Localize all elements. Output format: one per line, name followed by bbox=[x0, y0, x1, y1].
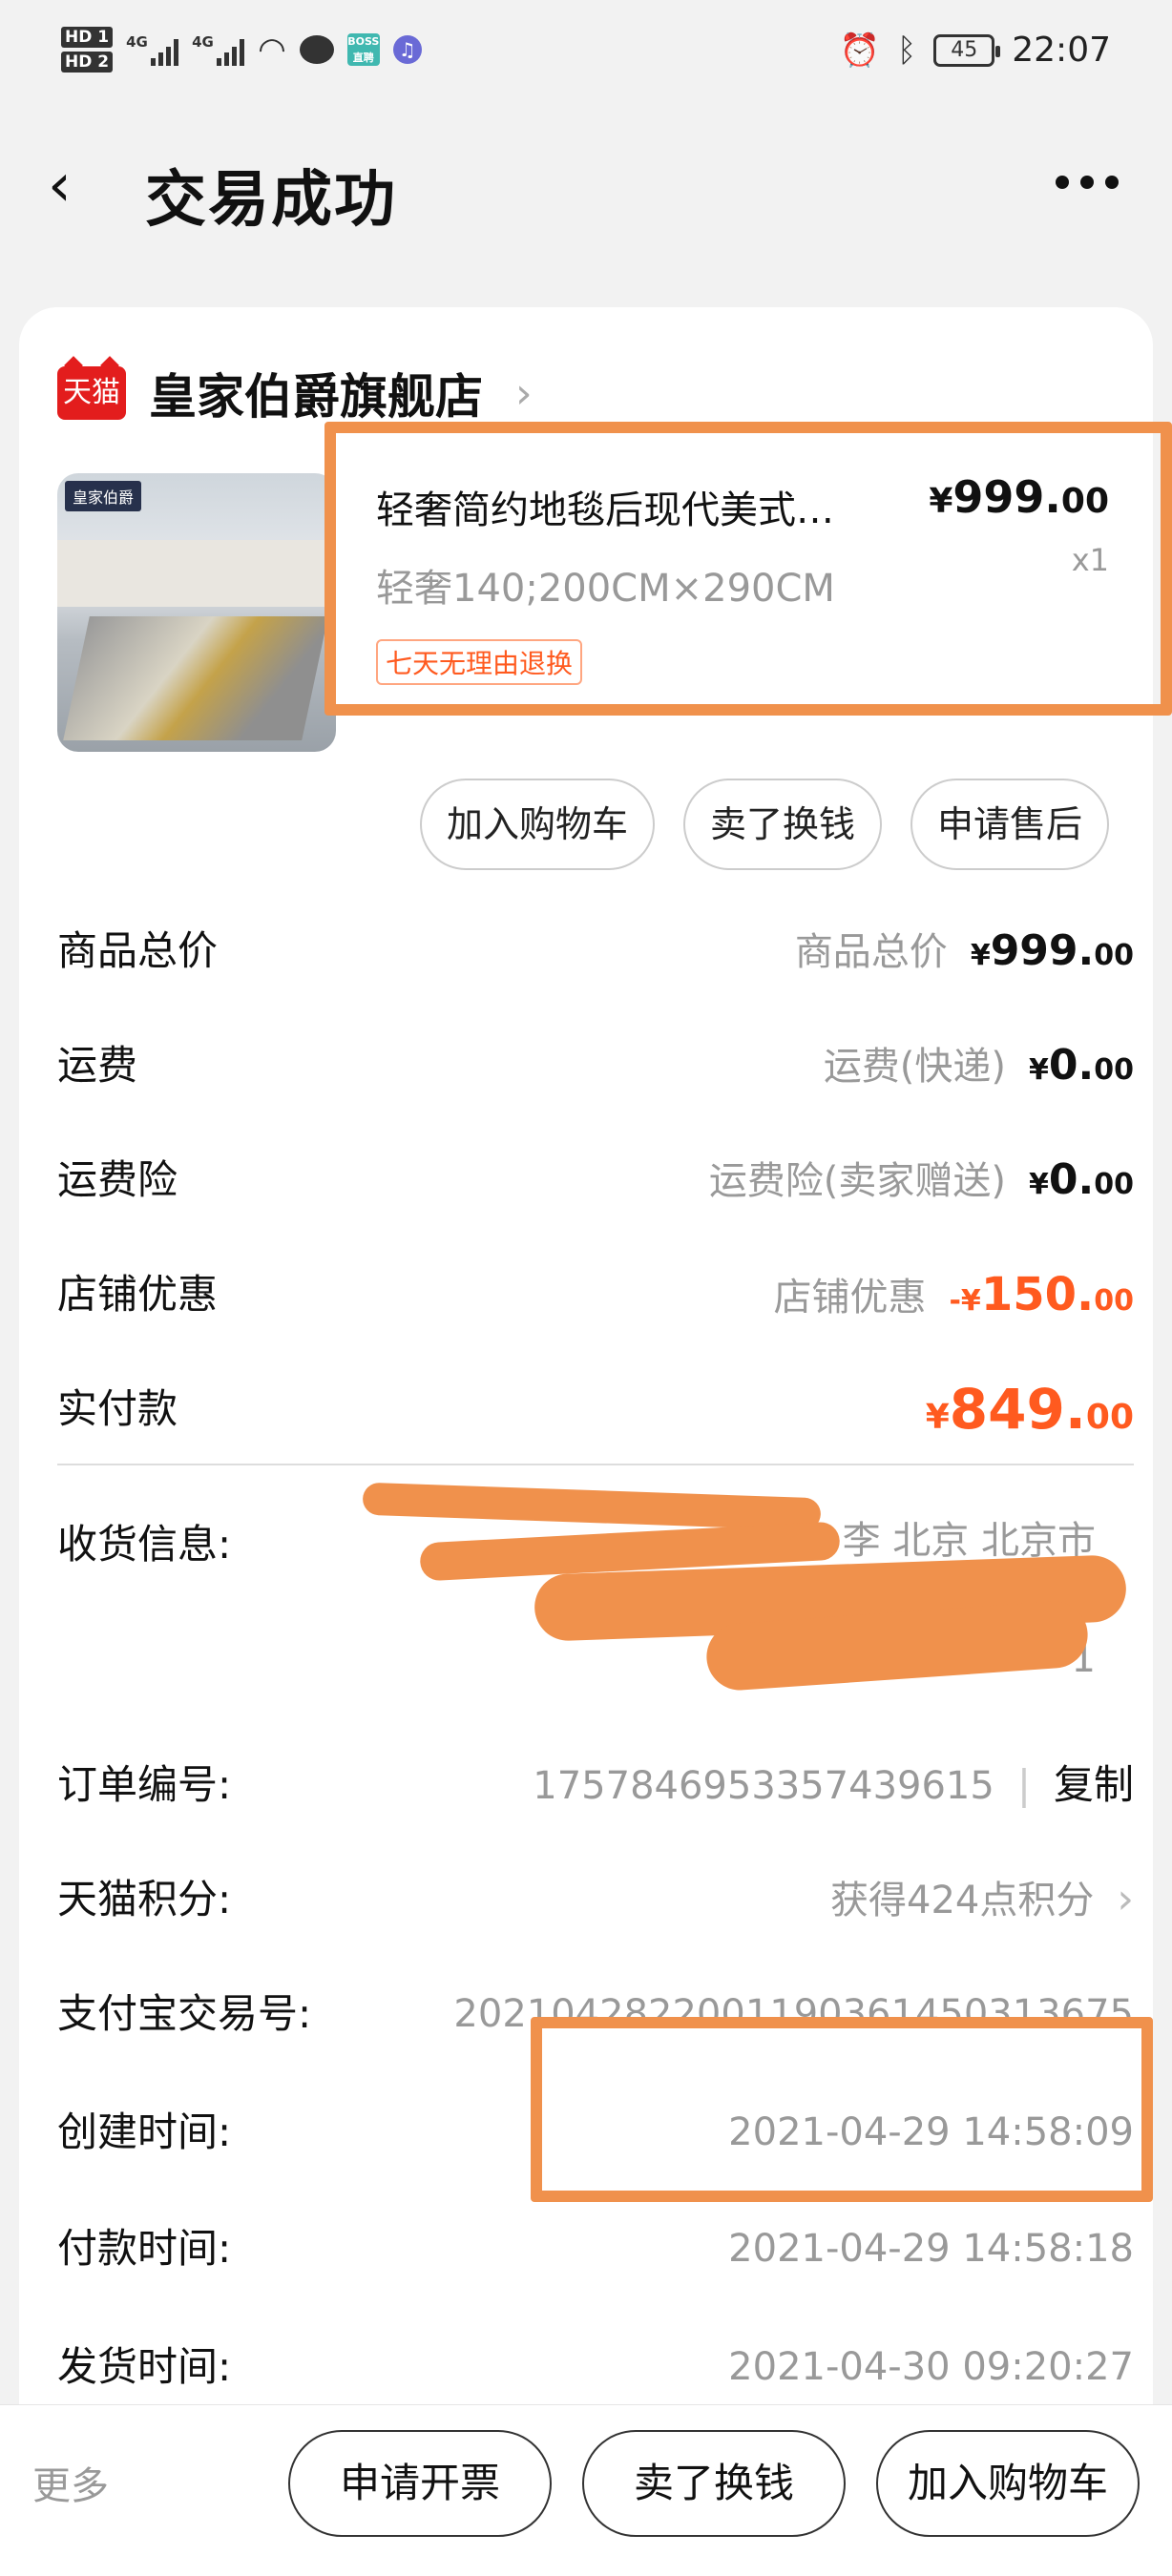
resell-button[interactable]: 卖了换钱 bbox=[582, 2430, 846, 2537]
page-title: 交易成功 bbox=[145, 165, 397, 236]
tmall-logo: 天猫 bbox=[57, 366, 126, 420]
shop-header[interactable]: 天猫 皇家伯爵旗舰店 › bbox=[57, 359, 533, 427]
status-bar: HD 1 HD 2 4G 4G ◠ BOSS 直聘 ♫ ⏰ ᛒ 45 22:07 bbox=[0, 0, 1172, 114]
thumbnail-rug bbox=[63, 616, 328, 740]
copy-button[interactable]: 复制 bbox=[1054, 1752, 1134, 1818]
price-row-shipping-insurance: 运费险 运费险(卖家赠送) ¥0.00 bbox=[57, 1147, 1134, 1214]
page-header: ‹ 交易成功 bbox=[0, 134, 1172, 239]
price-row-total-paid: 实付款 ¥849.00 bbox=[57, 1376, 1134, 1443]
row-sublabel: 店铺优惠 bbox=[773, 1276, 927, 1319]
price-row-shop-discount: 店铺优惠 店铺优惠 -¥150.00 bbox=[57, 1261, 1134, 1328]
row-label: 商品总价 bbox=[57, 927, 219, 974]
bottom-action-bar: 更多 申请开票 卖了换钱 加入购物车 bbox=[0, 2404, 1172, 2576]
status-bar-left: HD 1 HD 2 4G 4G ◠ BOSS 直聘 ♫ bbox=[61, 27, 422, 73]
row-label: 收货信息: bbox=[57, 1521, 232, 1568]
more-icon[interactable] bbox=[1056, 176, 1119, 189]
order-number: 1757846953357439615 bbox=[533, 1764, 994, 1808]
thumbnail-sofa bbox=[57, 540, 336, 607]
shop-name: 皇家伯爵旗舰店 bbox=[149, 369, 483, 425]
highlight-box-created-time bbox=[531, 2017, 1153, 2202]
item-actions: 加入购物车 卖了换钱 申请售后 bbox=[419, 779, 1109, 870]
back-icon[interactable]: ‹ bbox=[48, 156, 72, 215]
shipped-time: 2021-04-30 09:20:27 bbox=[728, 2345, 1134, 2389]
hd1-label: HD 1 bbox=[61, 27, 114, 48]
price-row-shipping: 运费 运费(快递) ¥0.00 bbox=[57, 1032, 1134, 1099]
resell-button[interactable]: 卖了换钱 bbox=[682, 779, 882, 870]
price-row-subtotal: 商品总价 商品总价 ¥999.00 bbox=[57, 918, 1134, 985]
network-type-label: 4G bbox=[126, 33, 148, 51]
separator: | bbox=[1016, 1761, 1031, 1808]
clock: 22:07 bbox=[1012, 31, 1111, 70]
shipped-time-row: 发货时间: 2021-04-30 09:20:27 bbox=[57, 2334, 1134, 2400]
bluetooth-icon: ᛒ bbox=[896, 31, 917, 70]
wechat-icon bbox=[299, 35, 334, 64]
points-value: 获得424点积分 bbox=[830, 1879, 1095, 1922]
wifi-icon: ◠ bbox=[258, 31, 286, 69]
network-type-label: 4G bbox=[192, 33, 214, 51]
music-icon: ♫ bbox=[392, 35, 422, 64]
row-label: 实付款 bbox=[57, 1385, 178, 1432]
order-number-row: 订单编号: 1757846953357439615 | 复制 bbox=[57, 1752, 1134, 1818]
row-label: 支付宝交易号: bbox=[57, 1990, 312, 2037]
row-label: 付款时间: bbox=[57, 2225, 232, 2272]
signal-2-icon: 4G bbox=[192, 33, 245, 66]
product-thumbnail[interactable]: 皇家伯爵 bbox=[57, 473, 336, 752]
paid-time-row: 付款时间: 2021-04-29 14:58:18 bbox=[57, 2215, 1134, 2282]
row-amount: ¥0.00 bbox=[1029, 1155, 1134, 1204]
row-label: 店铺优惠 bbox=[57, 1271, 219, 1318]
row-amount: ¥849.00 bbox=[925, 1377, 1134, 1442]
paid-time: 2021-04-29 14:58:18 bbox=[728, 2227, 1134, 2271]
chevron-right-icon: › bbox=[1117, 1875, 1134, 1923]
hd2-label: HD 2 bbox=[61, 52, 114, 73]
after-sales-button[interactable]: 申请售后 bbox=[910, 779, 1109, 870]
row-label: 订单编号: bbox=[57, 1761, 232, 1808]
row-amount: ¥999.00 bbox=[970, 926, 1134, 975]
row-label: 天猫积分: bbox=[57, 1876, 232, 1922]
boss-app-icon: BOSS 直聘 bbox=[346, 33, 380, 66]
bottom-buttons: 申请开票 卖了换钱 加入购物车 bbox=[288, 2430, 1140, 2537]
row-sublabel: 运费险(卖家赠送) bbox=[708, 1159, 1007, 1203]
invoice-button[interactable]: 申请开票 bbox=[288, 2430, 552, 2537]
status-bar-right: ⏰ ᛒ 45 22:07 bbox=[840, 31, 1112, 70]
alarm-icon: ⏰ bbox=[839, 31, 880, 70]
thumbnail-brand-logo: 皇家伯爵 bbox=[65, 481, 142, 511]
row-label: 运费 bbox=[57, 1042, 138, 1089]
more-button[interactable]: 更多 bbox=[32, 2455, 109, 2510]
row-label: 发货时间: bbox=[57, 2343, 232, 2390]
battery-icon: 45 bbox=[933, 33, 1001, 67]
row-label: 创建时间: bbox=[57, 2109, 232, 2155]
add-to-cart-button[interactable]: 加入购物车 bbox=[419, 779, 655, 870]
row-amount: ¥0.00 bbox=[1029, 1041, 1134, 1090]
row-sublabel: 商品总价 bbox=[794, 930, 948, 974]
divider bbox=[57, 1464, 1134, 1465]
highlight-box-product bbox=[324, 422, 1172, 716]
hd-indicator: HD 1 HD 2 bbox=[61, 27, 114, 73]
points-row[interactable]: 天猫积分: 获得424点积分 › bbox=[57, 1866, 1134, 1933]
chevron-right-icon: › bbox=[515, 368, 533, 418]
row-sublabel: 运费(快递) bbox=[823, 1045, 1007, 1089]
row-label: 运费险 bbox=[57, 1156, 178, 1203]
signal-1-icon: 4G bbox=[126, 33, 179, 66]
add-to-cart-button[interactable]: 加入购物车 bbox=[876, 2430, 1140, 2537]
row-amount: -¥150.00 bbox=[949, 1268, 1134, 1321]
